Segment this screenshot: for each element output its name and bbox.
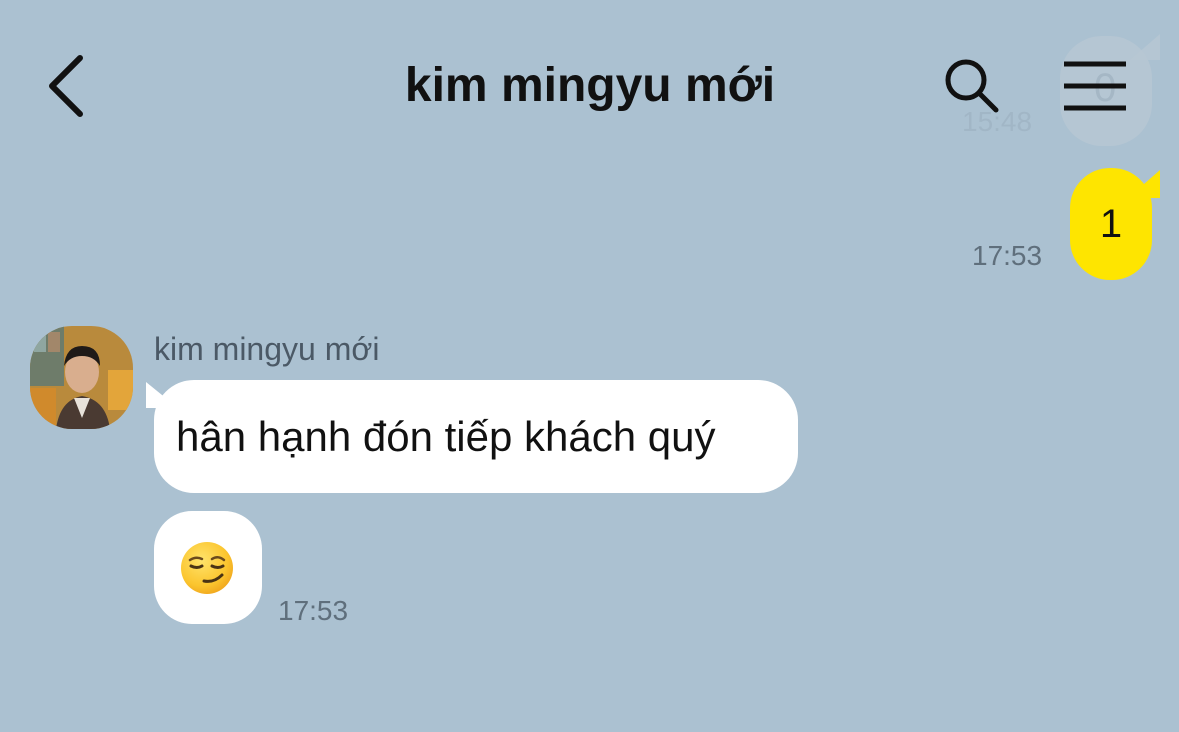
chat-header: kim mingyu mới xyxy=(0,0,1179,150)
chevron-left-icon xyxy=(49,55,83,117)
incoming-message-time: 17:53 xyxy=(278,595,349,626)
chat-title: kim mingyu mới xyxy=(404,59,776,112)
outgoing-message-bubble[interactable]: 1 xyxy=(1070,168,1152,280)
search-icon xyxy=(945,59,999,113)
incoming-message-text: hân hạnh đón tiếp khách quý xyxy=(176,413,716,460)
sender-name: kim mingyu mới xyxy=(154,331,380,367)
outgoing-message-time: 17:53 xyxy=(972,240,1043,271)
search-button[interactable] xyxy=(940,54,1006,120)
smirking-face-emoji xyxy=(181,542,233,594)
profile-avatar xyxy=(30,326,133,429)
chat-screen: 0 15:48 kim mingyu mới 17:53 1 xyxy=(0,0,1179,732)
menu-button[interactable] xyxy=(1060,58,1130,114)
back-button[interactable] xyxy=(36,50,100,120)
sender-avatar[interactable] xyxy=(30,326,133,429)
outgoing-message-text: 1 xyxy=(1099,202,1123,246)
incoming-message-bubble[interactable]: hân hạnh đón tiếp khách quý xyxy=(154,380,798,493)
incoming-emoji-bubble[interactable] xyxy=(154,511,262,624)
hamburger-menu-icon xyxy=(1064,61,1126,111)
